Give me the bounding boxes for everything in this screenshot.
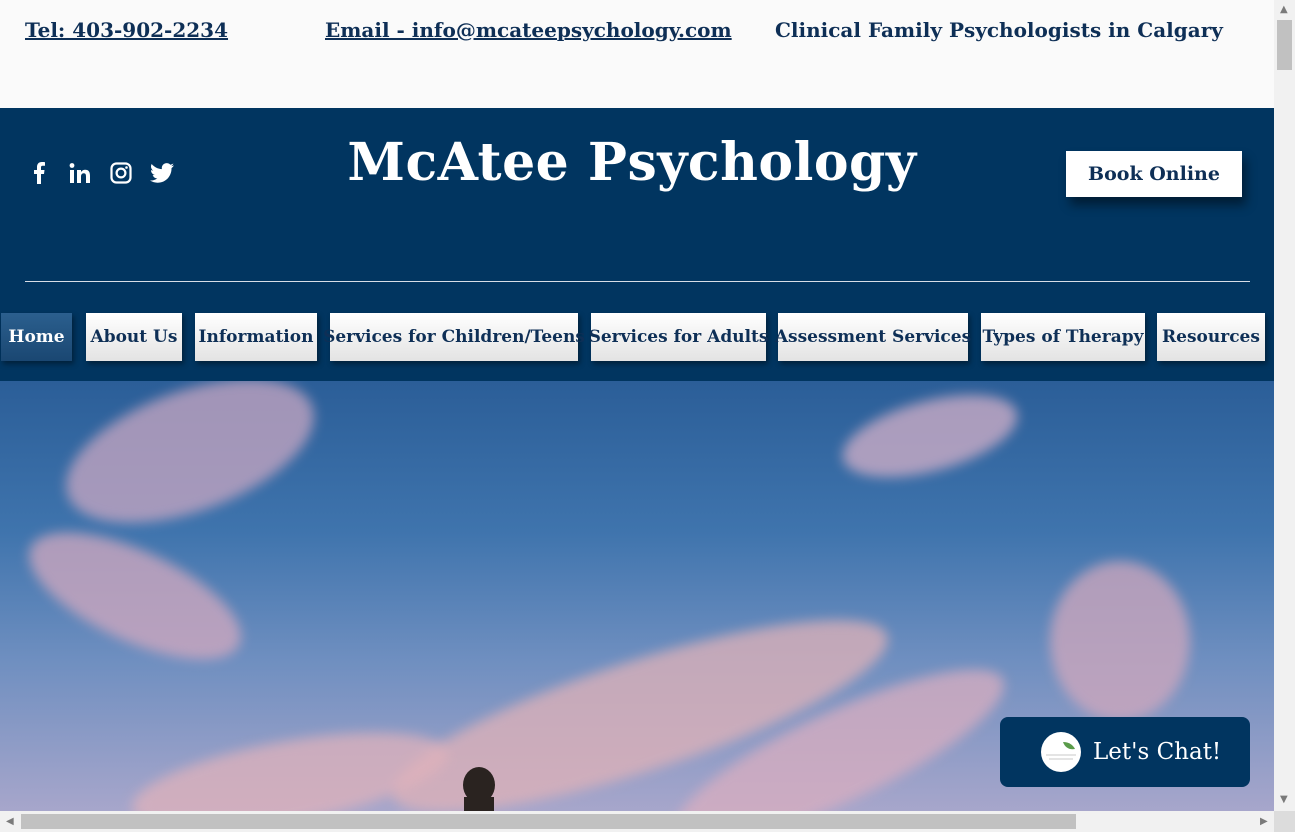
top-contact-bar: Tel: 403-902-2234 Email - info@mcateepsy… (0, 0, 1274, 108)
site-header: McAtee Psychology Book Online Home About… (0, 108, 1274, 381)
person-silhouette (463, 767, 495, 811)
nav-item-services-adults[interactable]: Services for Adults (589, 313, 768, 361)
book-online-button[interactable]: Book Online (1066, 151, 1242, 197)
scroll-down-icon[interactable]: ▼ (1280, 794, 1288, 805)
chat-widget[interactable]: Let's Chat! (1000, 717, 1250, 787)
horizontal-scroll-thumb[interactable] (21, 814, 1076, 829)
email-link[interactable]: Email - info@mcateepsychology.com (325, 18, 732, 42)
scroll-left-icon[interactable]: ◀ (6, 816, 14, 827)
nav-item-services-children-teens[interactable]: Services for Children/Teens (323, 313, 585, 361)
leaf-icon (1046, 742, 1076, 760)
header-divider (25, 281, 1250, 282)
chat-logo (1041, 732, 1081, 772)
phone-link[interactable]: Tel: 403-902-2234 (25, 18, 228, 42)
chat-label: Let's Chat! (1093, 739, 1222, 765)
nav-item-about-us[interactable]: About Us (86, 313, 182, 361)
scroll-up-icon[interactable]: ▲ (1280, 4, 1288, 15)
cloud (834, 381, 1026, 494)
cloud (1050, 561, 1190, 721)
cloud (11, 506, 259, 686)
nav-item-types-of-therapy[interactable]: Types of Therapy (981, 313, 1145, 361)
scroll-corner (1274, 811, 1295, 832)
vertical-scroll-thumb[interactable] (1277, 20, 1292, 70)
scroll-right-icon[interactable]: ▶ (1260, 816, 1268, 827)
vertical-scrollbar[interactable]: ▲ ▼ (1274, 0, 1295, 811)
main-nav: Home About Us Information Services for C… (0, 313, 1274, 361)
nav-item-resources[interactable]: Resources (1157, 313, 1265, 361)
nav-item-home[interactable]: Home (1, 313, 72, 361)
tagline: Clinical Family Psychologists in Calgary (775, 18, 1223, 42)
cloud (47, 381, 333, 552)
nav-item-assessment-services[interactable]: Assessment Services (775, 313, 971, 361)
nav-item-information[interactable]: Information (195, 313, 317, 361)
horizontal-scrollbar[interactable]: ◀ ▶ (0, 811, 1274, 832)
